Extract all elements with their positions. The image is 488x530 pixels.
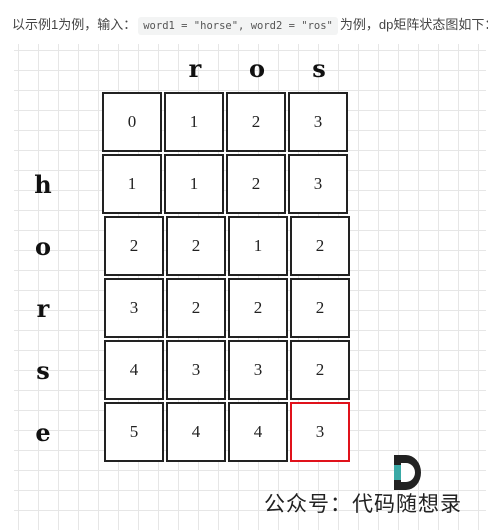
watermark: 公众号：代码随想录 [264, 492, 462, 516]
column-label: s [312, 54, 326, 83]
dp-cell: 3 [104, 278, 164, 338]
dp-cell: 0 [102, 92, 162, 152]
row-label: o [34, 232, 51, 261]
intro-before: 以示例1为例，输入： [12, 17, 137, 32]
row-label: e [35, 418, 51, 447]
inline-code: word1 = "horse", word2 = "ros" [138, 17, 338, 35]
dp-cell: 3 [166, 340, 226, 400]
dp-cell: 2 [290, 340, 350, 400]
dp-cell: 1 [102, 154, 162, 214]
dp-cell: 1 [228, 216, 288, 276]
column-label: o [248, 54, 265, 83]
dp-cell: 2 [290, 216, 350, 276]
dp-cell: 2 [104, 216, 164, 276]
dp-cell: 2 [166, 216, 226, 276]
dp-cell: 2 [166, 278, 226, 338]
dp-cell: 2 [290, 278, 350, 338]
column-label: r [188, 54, 202, 83]
row-label: r [36, 294, 50, 323]
dp-cell: 3 [228, 340, 288, 400]
intro-text: 以示例1为例，输入： word1 = "horse", word2 = "ros"… [12, 14, 488, 35]
dp-cell: 1 [164, 154, 224, 214]
row-label: h [34, 170, 52, 199]
dp-cell: 4 [104, 340, 164, 400]
dp-cell: 3 [288, 92, 348, 152]
logo-icon [394, 455, 421, 490]
dp-cell: 5 [104, 402, 164, 462]
dp-cell: 1 [164, 92, 224, 152]
dp-cell: 2 [228, 278, 288, 338]
dp-cell: 4 [166, 402, 226, 462]
dp-cell: 4 [228, 402, 288, 462]
intro-after: 为例，dp矩阵状态图如下： [339, 17, 488, 32]
row-label: s [36, 356, 50, 385]
dp-cell: 2 [226, 92, 286, 152]
dp-cell: 3 [288, 154, 348, 214]
dp-cell: 2 [226, 154, 286, 214]
dp-cell: 3 [290, 402, 350, 462]
